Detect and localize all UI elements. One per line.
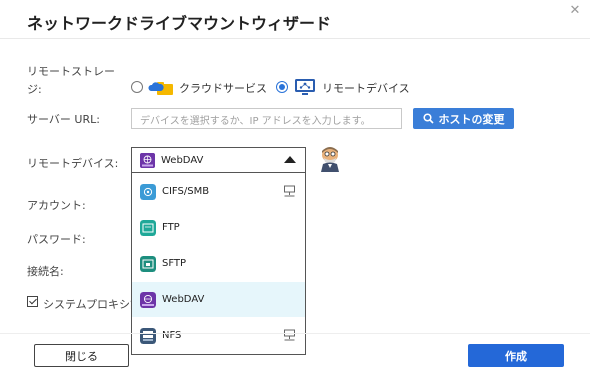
- nfs-icon: [140, 328, 156, 344]
- sftp-icon: [140, 256, 156, 272]
- password-label: パスワード:: [27, 233, 86, 246]
- dropdown-item-sftp[interactable]: SFTP: [132, 246, 305, 281]
- create-button[interactable]: 作成: [468, 344, 564, 367]
- dropdown-item-label: FTP: [162, 222, 180, 233]
- dropdown-item-label: SFTP: [162, 258, 187, 269]
- ftp-icon: [140, 220, 156, 236]
- webdav-icon: [140, 153, 155, 168]
- server-url-input[interactable]: デバイスを選択するか、IP アドレスを入力します。: [131, 108, 402, 129]
- cloud-service-icon: [148, 82, 173, 95]
- dropdown-item-label: CIFS/SMB: [162, 186, 210, 197]
- close-icon[interactable]: ✕: [568, 4, 582, 18]
- dropdown-item-webdav[interactable]: WebDAV: [132, 282, 305, 317]
- change-host-label: ホストの変更: [438, 112, 505, 126]
- remote-device-icon: [295, 79, 315, 95]
- dropdown-item-label: NFS: [162, 330, 182, 341]
- server-url-label: サーバー URL:: [27, 113, 100, 126]
- remote-device-selected-value: WebDAV: [161, 155, 204, 166]
- cloud-service-radio[interactable]: [131, 81, 143, 93]
- remote-storage-label-line2: ジ:: [27, 83, 42, 96]
- remote-storage-label-line1: リモートストレー: [27, 65, 115, 78]
- change-host-button[interactable]: ホストの変更: [413, 108, 514, 129]
- mount-wizard-dialog: ネットワークドライブマウントウィザード ✕ リモートストレー ジ: クラウドサー…: [0, 0, 590, 385]
- proxy-checkbox[interactable]: [27, 296, 38, 307]
- remote-device-select[interactable]: WebDAV: [131, 147, 306, 173]
- connection-name-label: 接続名:: [27, 265, 64, 278]
- remote-device-option-label[interactable]: リモートデバイス: [322, 80, 410, 96]
- dropdown-item-nfs[interactable]: NFS: [132, 318, 305, 353]
- remote-device-dropdown: CIFS/SMB FTP SFTP WebDAV NFS: [131, 173, 306, 355]
- search-icon: [422, 113, 434, 124]
- caret-up-icon: [284, 156, 296, 163]
- footer-divider: [0, 333, 590, 334]
- proxy-checkbox-label: システムプロキシ設定: [43, 298, 131, 311]
- network-drive-icon: [284, 329, 295, 341]
- title-divider: [0, 38, 590, 39]
- dropdown-item-label: WebDAV: [162, 294, 205, 305]
- webdav-icon: [140, 292, 156, 308]
- account-label: アカウント:: [27, 199, 86, 212]
- network-drive-icon: [284, 185, 295, 197]
- wizard-avatar-icon: [321, 147, 339, 172]
- cifs-smb-icon: [140, 184, 156, 200]
- remote-device-radio[interactable]: [276, 81, 288, 93]
- dropdown-item-cifs-smb[interactable]: CIFS/SMB: [132, 174, 305, 209]
- cloud-service-label[interactable]: クラウドサービス: [179, 80, 267, 96]
- dropdown-item-ftp[interactable]: FTP: [132, 210, 305, 245]
- remote-device-label: リモートデバイス:: [27, 157, 119, 170]
- dialog-title: ネットワークドライブマウントウィザード: [27, 14, 332, 33]
- close-button[interactable]: 閉じる: [34, 344, 129, 367]
